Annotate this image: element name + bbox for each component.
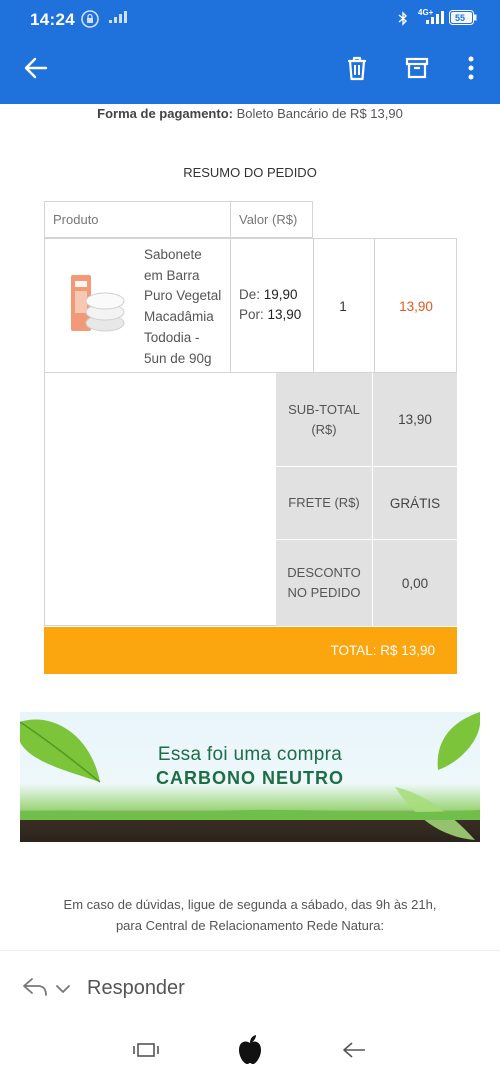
discount-label: DESCONTO NO PEDIDO	[276, 540, 373, 626]
archive-icon	[405, 56, 429, 85]
product-image[interactable]	[67, 271, 129, 337]
freight-label: FRETE (R$)	[276, 467, 373, 539]
summary-box: SUB-TOTAL (R$) 13,90 FRETE (R$) GRÁTIS DE…	[44, 372, 457, 626]
freight-value: GRÁTIS	[389, 495, 441, 511]
vpn-lock-icon	[80, 9, 100, 32]
home-apple-icon[interactable]	[236, 1035, 264, 1070]
reply-button[interactable]: Responder	[87, 977, 185, 1000]
data-speed-icon	[108, 11, 128, 28]
archive-button[interactable]	[397, 50, 437, 90]
price-to: 13,90	[267, 307, 302, 322]
more-options-button[interactable]	[451, 50, 491, 90]
app-bar	[0, 36, 500, 104]
back-nav-icon[interactable]	[341, 1041, 367, 1064]
product-quantity: 1	[339, 299, 347, 314]
subtotal-row: SUB-TOTAL (R$) 13,90	[276, 373, 457, 467]
discount-row: DESCONTO NO PEDIDO 0,00	[276, 540, 457, 626]
price-to-label: Por:	[239, 307, 264, 322]
banner-line1: Essa foi uma compra	[157, 744, 343, 765]
reply-bar: Responder	[0, 950, 500, 1023]
recents-icon[interactable]	[133, 1042, 159, 1063]
reply-icon[interactable]	[22, 977, 48, 1002]
back-button[interactable]	[16, 50, 56, 90]
banner-line2: CARBONO NEUTRO	[156, 768, 344, 788]
header-product: Produto	[44, 201, 231, 238]
carbon-neutral-banner[interactable]: Essa foi uma compra CARBONO NEUTRO	[20, 712, 480, 842]
subtotal-value: 13,90	[398, 412, 432, 427]
subtotal-label: SUB-TOTAL (R$)	[276, 373, 373, 466]
price-from-label: De:	[239, 287, 261, 302]
discount-value: 0,00	[401, 575, 429, 591]
back-arrow-icon	[24, 57, 48, 84]
total-bar: TOTAL: R$ 13,90	[44, 627, 457, 674]
product-row: Sabonete em Barra Puro Vegetal Macadâmia…	[44, 238, 457, 373]
payment-info: Forma de pagamento: Boleto Bancário de R…	[0, 106, 500, 121]
product-name[interactable]: Sabonete em Barra Puro Vegetal Macadâmia…	[144, 245, 229, 369]
product-total: 13,90	[399, 299, 433, 314]
freight-row: FRETE (R$) GRÁTIS	[276, 467, 457, 540]
delete-button[interactable]	[337, 50, 377, 90]
header-value: Valor (R$)	[230, 201, 313, 238]
help-text: Em caso de dúvidas, ligue de segunda a s…	[63, 897, 437, 933]
summary-title: RESUMO DO PEDIDO	[183, 165, 317, 180]
product-prices: De: 19,90 Por: 13,90	[239, 285, 301, 325]
system-nav-bar	[0, 1022, 500, 1082]
bluetooth-icon	[398, 11, 408, 29]
trash-icon	[345, 55, 369, 86]
price-from: 19,90	[263, 287, 298, 302]
status-bar: 14:24 4G+ 55	[0, 0, 500, 36]
status-time: 14:24	[30, 10, 75, 29]
payment-label: Forma de pagamento:	[97, 106, 233, 121]
battery-level: 55	[455, 13, 466, 23]
signal-icon	[424, 11, 446, 28]
payment-value: Boleto Bancário de R$ 13,90	[236, 106, 403, 121]
more-vert-icon	[468, 56, 474, 85]
email-body[interactable]: Forma de pagamento: Boleto Bancário de R…	[0, 104, 500, 951]
chevron-down-icon[interactable]	[55, 981, 71, 999]
